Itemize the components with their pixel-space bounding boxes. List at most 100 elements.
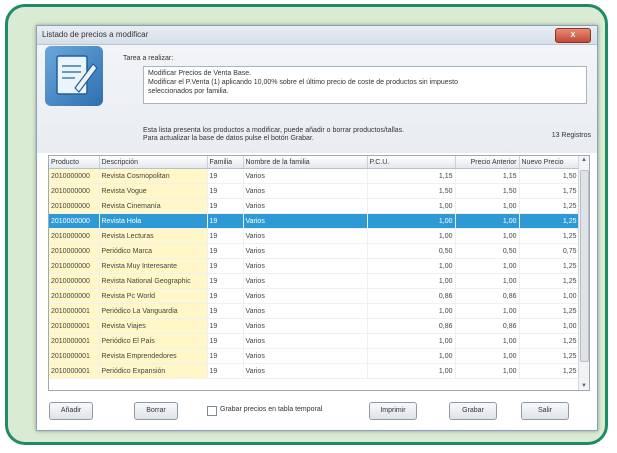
task-label: Tarea a realizar: [123,55,174,62]
table-cell: 2010000001 [49,363,100,379]
table-cell: 0,86 [367,288,456,304]
table-cell: Varios [243,198,368,214]
vertical-scrollbar[interactable]: ▲ ▼ [578,156,589,390]
table-row[interactable]: 2010000001 Periódico La Vanguardia 19 Vario… [49,303,580,319]
table-cell: 1,50 [519,168,580,184]
column-header[interactable]: Familia [207,156,244,169]
table-row[interactable]: 2010000000 Revista Pc World 19 Varios 0,86 0,… [49,288,580,304]
save-button[interactable]: Grabar [449,402,497,420]
table-row[interactable]: 2010000000 Revista Vogue 19 Varios 1,50 1,50 1… [49,183,580,199]
table-cell: 1,25 [519,333,580,349]
table-cell: 19 [207,183,244,199]
table-row[interactable]: 2010000000 Periódico Marca 19 Varios 0,50 0,5… [49,243,580,259]
table-cell: 0,50 [367,243,456,259]
table-row[interactable]: 2010000000 Revista Lecturas 19 Varios 1,00 1,… [49,228,580,244]
scroll-down-icon[interactable]: ▼ [580,383,588,389]
table-cell: 1,00 [455,333,520,349]
table-cell: Periódico La Vanguardia [99,303,208,319]
table-cell: 1,00 [367,333,456,349]
table-cell: 1,00 [519,288,580,304]
table-cell: 1,50 [367,183,456,199]
table-row[interactable]: 2010000000 Revista Cosmopolitan 19 Varios 1,… [49,168,580,184]
table-cell: 19 [207,168,244,184]
table-cell: 2010000000 [49,243,100,259]
table-cell: Revista Lecturas [99,228,208,244]
records-count: 13 Registros [551,132,591,139]
close-button[interactable]: X [555,28,591,43]
table-cell: 19 [207,303,244,319]
table-cell: 19 [207,273,244,289]
table-cell: 1,75 [519,183,580,199]
table-cell: Revista Cosmopolitan [99,168,208,184]
table-row[interactable]: 2010000001 Periódico El País 19 Varios 1,00 1… [49,333,580,349]
table-cell: Revista Hola [99,213,208,229]
table-cell: Varios [243,288,368,304]
table-cell: Revista Pc World [99,288,208,304]
temp-table-checkbox[interactable] [207,406,217,416]
table-cell: Varios [243,318,368,334]
table-cell: 1,00 [519,318,580,334]
price-grid[interactable]: Producto Descripción Familia Nombre de l… [48,155,590,391]
column-header[interactable]: Descripción [99,156,208,169]
table-cell: 1,00 [367,273,456,289]
table-cell: Revista Muy Interesante [99,258,208,274]
table-cell: Varios [243,273,368,289]
table-row[interactable]: 2010000000 Revista Cinemanía 19 Varios 1,00 1… [49,198,580,214]
task-line: Modificar Precios de Venta Base. [148,70,252,77]
table-cell: Varios [243,363,368,379]
table-cell: 2010000001 [49,303,100,319]
table-cell: 2010000000 [49,183,100,199]
table-row[interactable]: 2010000000 Revista Muy Interesante 19 Vario… [49,258,580,274]
table-cell: Revista Vogue [99,183,208,199]
table-cell: 2010000001 [49,333,100,349]
table-cell: 19 [207,288,244,304]
table-cell: Revista Emprendedores [99,348,208,364]
table-cell: Revista Viajes [99,318,208,334]
table-cell: 19 [207,258,244,274]
scroll-up-icon[interactable]: ▲ [580,157,588,163]
table-row[interactable]: 2010000001 Revista Emprendedores 19 Varios 1… [49,348,580,364]
task-line: Modificar el P.Venta (1) aplicando 10,00… [148,79,458,86]
dialog-window: Listado de precios a modificar X Tarea a… [36,25,598,431]
table-cell: 19 [207,333,244,349]
table-row[interactable]: 2010000000 Revista Hola 19 Varios 1,00 1,00 1,… [49,213,580,229]
table-cell: Revista Cinemanía [99,198,208,214]
print-button[interactable]: Imprimir [369,402,417,420]
table-cell: 1,00 [455,228,520,244]
table-cell: 2010000000 [49,198,100,214]
info-text: Para actualizar la base de datos pulse e… [143,135,314,142]
table-cell: 1,25 [519,213,580,229]
table-cell: 2010000001 [49,348,100,364]
table-cell: 19 [207,348,244,364]
table-row[interactable]: 2010000000 Revista National Geographic 19 V… [49,273,580,289]
column-header[interactable]: P.C.U. [367,156,456,169]
table-cell: Varios [243,333,368,349]
column-header[interactable]: Nuevo Precio [519,156,580,169]
table-cell: 1,00 [367,258,456,274]
table-cell: Varios [243,168,368,184]
column-header[interactable]: Nombre de la familia [243,156,368,169]
table-cell: 19 [207,363,244,379]
table-row[interactable]: 2010000001 Revista Viajes 19 Varios 0,86 0,86… [49,318,580,334]
table-cell: 2010000000 [49,213,100,229]
column-header[interactable]: Producto [49,156,100,169]
table-cell: 19 [207,243,244,259]
scroll-thumb[interactable] [580,170,589,362]
column-header[interactable]: Precio Anterior [455,156,520,169]
table-cell: 19 [207,228,244,244]
table-row[interactable]: 2010000001 Periódico Expansión 19 Varios 1,0… [49,363,580,379]
table-cell: 1,50 [455,183,520,199]
table-cell: Varios [243,183,368,199]
table-cell: 1,25 [519,198,580,214]
table-cell: 2010000000 [49,258,100,274]
table-cell: Varios [243,213,368,229]
table-cell: 1,25 [519,273,580,289]
table-cell: 1,25 [519,258,580,274]
table-cell: 19 [207,198,244,214]
delete-button[interactable]: Borrar [134,402,178,420]
add-button[interactable]: Añadir [49,402,93,420]
exit-button[interactable]: Salir [521,402,569,420]
table-cell: 0,86 [367,318,456,334]
table-cell: Varios [243,258,368,274]
table-cell: 1,00 [455,198,520,214]
